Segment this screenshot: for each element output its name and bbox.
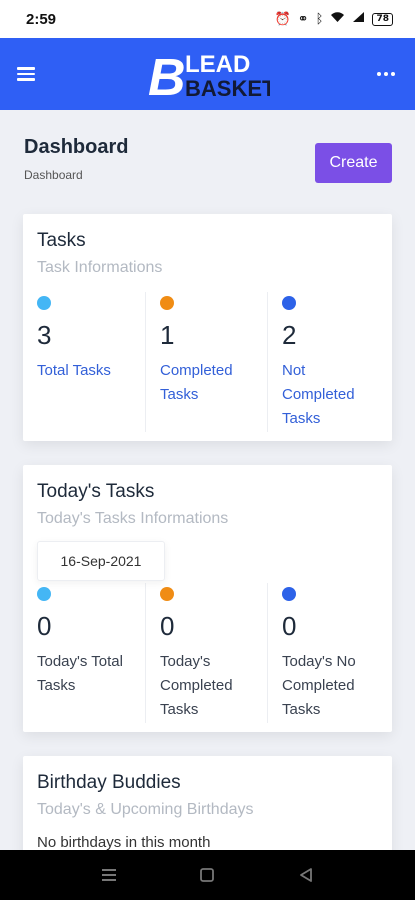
task-stats: 3 Total Tasks 1 Completed Tasks 2 Not Co… bbox=[23, 292, 392, 432]
date-picker[interactable]: 16-Sep-2021 bbox=[37, 541, 165, 581]
orange-dot-icon bbox=[160, 587, 174, 601]
stat-completed-tasks[interactable]: 1 Completed Tasks bbox=[145, 292, 267, 432]
wifi-icon bbox=[330, 11, 345, 27]
stat-value: 0 bbox=[282, 611, 297, 641]
recents-icon[interactable] bbox=[89, 855, 129, 895]
stat-value: 0 bbox=[160, 611, 175, 641]
card-title: Today's Tasks bbox=[37, 481, 155, 502]
stat-value: 0 bbox=[37, 611, 52, 641]
card-subtitle: Task Informations bbox=[37, 259, 163, 276]
stat-value: 2 bbox=[282, 320, 297, 350]
status-time: 2:59 bbox=[26, 10, 57, 28]
stat-todays-completed-tasks[interactable]: 0 Today's Completed Tasks bbox=[145, 583, 267, 723]
blue-dot-icon bbox=[282, 296, 296, 310]
stat-label: Today's Completed Tasks bbox=[160, 653, 233, 718]
empty-birthday-message: No birthdays in this month bbox=[37, 834, 211, 850]
status-icons: ⏰ ⚭ ᛒ 78 bbox=[275, 11, 393, 27]
stat-label[interactable]: Completed Tasks bbox=[160, 359, 260, 407]
hamburger-menu-icon[interactable] bbox=[17, 67, 35, 81]
card-title: Tasks bbox=[37, 230, 86, 251]
more-options-icon[interactable] bbox=[373, 68, 399, 80]
todays-tasks-card: Today's Tasks Today's Tasks Informations… bbox=[23, 465, 392, 732]
stat-label[interactable]: Not Completed Tasks bbox=[282, 359, 382, 431]
stat-label: Today's Total Tasks bbox=[37, 653, 123, 694]
lead-basket-logo: B LEAD BASKET bbox=[148, 50, 270, 100]
breadcrumb[interactable]: Dashboard bbox=[24, 168, 83, 182]
light-blue-dot-icon bbox=[37, 296, 51, 310]
svg-text:LEAD: LEAD bbox=[185, 51, 250, 78]
signal-icon bbox=[352, 11, 365, 27]
stat-total-tasks[interactable]: 3 Total Tasks bbox=[23, 292, 145, 432]
stat-todays-not-completed-tasks[interactable]: 0 Today's No Completed Tasks bbox=[267, 583, 389, 723]
card-title: Birthday Buddies bbox=[37, 772, 181, 793]
tasks-card: Tasks Task Informations 3 Total Tasks 1 … bbox=[23, 214, 392, 441]
card-subtitle: Today's & Upcoming Birthdays bbox=[37, 801, 254, 818]
app-header: B LEAD BASKET bbox=[0, 38, 415, 110]
back-icon[interactable] bbox=[286, 855, 326, 895]
today-stats: 0 Today's Total Tasks 0 Today's Complete… bbox=[23, 583, 392, 723]
svg-text:B: B bbox=[148, 50, 186, 100]
orange-dot-icon bbox=[160, 296, 174, 310]
card-subtitle: Today's Tasks Informations bbox=[37, 510, 229, 527]
blue-dot-icon bbox=[282, 587, 296, 601]
bluetooth-icon: ᛒ bbox=[315, 11, 324, 27]
svg-text:BASKET: BASKET bbox=[185, 76, 270, 100]
stat-todays-total-tasks[interactable]: 0 Today's Total Tasks bbox=[23, 583, 145, 723]
light-blue-dot-icon bbox=[37, 587, 51, 601]
home-icon[interactable] bbox=[187, 855, 227, 895]
stat-not-completed-tasks[interactable]: 2 Not Completed Tasks bbox=[267, 292, 389, 432]
system-nav-bar bbox=[0, 850, 415, 900]
stat-label[interactable]: Total Tasks bbox=[37, 359, 137, 383]
battery-icon: 78 bbox=[372, 12, 393, 26]
create-button[interactable]: Create bbox=[315, 143, 392, 183]
stat-value: 3 bbox=[37, 320, 52, 350]
stat-label: Today's No Completed Tasks bbox=[282, 653, 356, 718]
dashboard-content: Dashboard Dashboard Create Tasks Task In… bbox=[0, 110, 415, 850]
page-title: Dashboard bbox=[24, 136, 129, 158]
alarm-icon: ⏰ bbox=[274, 11, 291, 27]
status-bar: 2:59 ⏰ ⚭ ᛒ 78 bbox=[0, 0, 415, 38]
link-icon: ⚭ bbox=[297, 11, 309, 27]
stat-value: 1 bbox=[160, 320, 175, 350]
birthday-buddies-card: Birthday Buddies Today's & Upcoming Birt… bbox=[23, 756, 392, 850]
